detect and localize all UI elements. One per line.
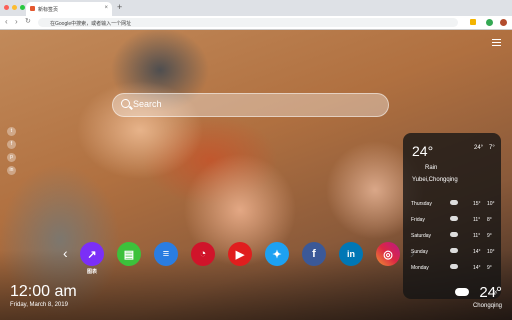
cloud-rain-icon xyxy=(450,232,458,237)
forecast-row: Sunday 14° 10° xyxy=(403,243,501,259)
forecast-high: 14° xyxy=(473,265,481,271)
forecast-row: Saturday 11° 9° xyxy=(403,227,501,243)
forecast-day: Friday xyxy=(411,217,425,223)
social-share-list: t f p in xyxy=(7,127,16,175)
app-glyph: ✦ xyxy=(272,248,282,261)
forecast-low: 9° xyxy=(487,233,492,239)
hamburger-menu-icon[interactable] xyxy=(492,39,501,48)
profile-avatar[interactable] xyxy=(500,19,507,26)
app-chart-icon[interactable]: ↗ 图表 xyxy=(80,242,104,275)
weather-card: 24° 24° 7° Rain Yubei,Chongqing Thursday… xyxy=(403,133,501,299)
weather-location: Yubei,Chongqing xyxy=(412,177,458,183)
forecast-high: 11° xyxy=(473,233,481,239)
maximize-window-button[interactable] xyxy=(20,5,25,10)
weather-low: 7° xyxy=(489,145,495,151)
weather-widget[interactable]: 24° Chongqing xyxy=(473,284,502,309)
address-bar[interactable]: 在Google中搜索，或者输入一个网址 xyxy=(38,18,458,27)
app-youtube-icon[interactable]: ▶ xyxy=(228,242,252,266)
app-glyph: in xyxy=(347,249,355,259)
tab-close-icon[interactable]: × xyxy=(104,5,108,11)
apps-prev-arrow[interactable]: ‹ xyxy=(63,245,68,261)
app-glyph: ▶ xyxy=(235,248,245,261)
forecast-low: 9° xyxy=(487,265,492,271)
new-tab-page: Search t f p in ‹ ↗ 图表 ▤ ≡ ◔ ▶ ✦ f in ◎ … xyxy=(0,30,512,320)
app-glyph: f xyxy=(312,248,316,260)
forecast-row: Friday 11° 8° xyxy=(403,211,501,227)
forecast-low: 10° xyxy=(487,249,495,255)
tab-favicon-icon xyxy=(30,6,35,11)
forecast-day: Monday xyxy=(411,265,429,271)
search-placeholder: Search xyxy=(133,99,162,109)
app-glyph: ↗ xyxy=(87,248,97,261)
extension-icon[interactable] xyxy=(486,19,493,26)
weather-forecast-list: Thursday 15° 10° Friday 11° 8° Saturday … xyxy=(403,195,501,275)
weather-condition: Rain xyxy=(425,165,438,171)
app-docs-icon[interactable]: ≡ xyxy=(154,242,178,266)
cloud-rain-icon xyxy=(450,216,458,221)
forecast-high: 11° xyxy=(473,217,481,223)
share-pinterest-icon[interactable]: p xyxy=(7,153,16,162)
clock-time: 12:00 am xyxy=(10,283,77,300)
app-glyph: ≡ xyxy=(162,248,170,260)
forward-button[interactable]: › xyxy=(15,17,18,26)
cloud-rain-icon xyxy=(450,264,458,269)
forecast-row: Thursday 15° 10° xyxy=(403,195,501,211)
address-bar-placeholder: 在Google中搜索，或者输入一个网址 xyxy=(50,21,132,27)
tab-title: 新标签页 xyxy=(38,7,59,13)
new-tab-button[interactable]: + xyxy=(117,2,122,12)
app-facebook-icon[interactable]: f xyxy=(302,242,326,266)
share-linkedin-icon[interactable]: in xyxy=(7,166,16,175)
reload-button[interactable]: ↻ xyxy=(25,17,31,25)
search-box[interactable]: Search xyxy=(112,93,389,117)
search-icon xyxy=(121,99,130,108)
weather-current-temp: 24° xyxy=(412,143,434,159)
cloud-rain-icon xyxy=(450,248,458,253)
forecast-low: 10° xyxy=(487,201,495,207)
app-glyph: ▤ xyxy=(123,248,135,261)
close-window-button[interactable] xyxy=(4,5,9,10)
forecast-day: Sunday xyxy=(411,249,428,255)
weather-widget-temp: 24° xyxy=(479,284,502,301)
forecast-low: 8° xyxy=(487,217,492,223)
app-glyph: ◔ xyxy=(199,248,207,260)
minimize-window-button[interactable] xyxy=(12,5,17,10)
share-twitter-icon[interactable]: t xyxy=(7,127,16,136)
window-controls xyxy=(4,5,25,10)
weather-widget-city: Chongqing xyxy=(472,303,502,309)
app-sheet-icon[interactable]: ▤ xyxy=(117,242,141,266)
app-linkedin-icon[interactable]: in xyxy=(339,242,363,266)
cloud-icon xyxy=(455,288,469,296)
back-button[interactable]: ‹ xyxy=(5,17,8,26)
bookmark-star-icon[interactable] xyxy=(470,19,476,25)
forecast-day: Saturday xyxy=(411,233,432,239)
app-label: 图表 xyxy=(86,269,97,275)
share-facebook-icon[interactable]: f xyxy=(7,140,16,149)
browser-tab[interactable]: 新标签页 × xyxy=(26,2,112,16)
browser-toolbar: ‹ › ↻ 在Google中搜索，或者输入一个网址 xyxy=(0,16,512,30)
forecast-high: 14° xyxy=(473,249,481,255)
browser-tab-strip: 新标签页 × + xyxy=(0,0,512,16)
forecast-high: 15° xyxy=(473,201,481,207)
app-glyph: ◎ xyxy=(383,248,393,261)
forecast-row: Monday 14° 9° xyxy=(403,259,501,275)
clock-date: Friday, March 8, 2019 xyxy=(10,302,68,308)
app-red-icon[interactable]: ◔ xyxy=(191,242,215,266)
app-instagram-icon[interactable]: ◎ xyxy=(376,242,400,266)
cloud-rain-icon xyxy=(450,200,458,205)
weather-high: 24° xyxy=(474,145,484,151)
app-shortcuts: ↗ 图表 ▤ ≡ ◔ ▶ ✦ f in ◎ xyxy=(80,242,400,275)
app-twitter-icon[interactable]: ✦ xyxy=(265,242,289,266)
forecast-day: Thursday xyxy=(411,201,432,207)
